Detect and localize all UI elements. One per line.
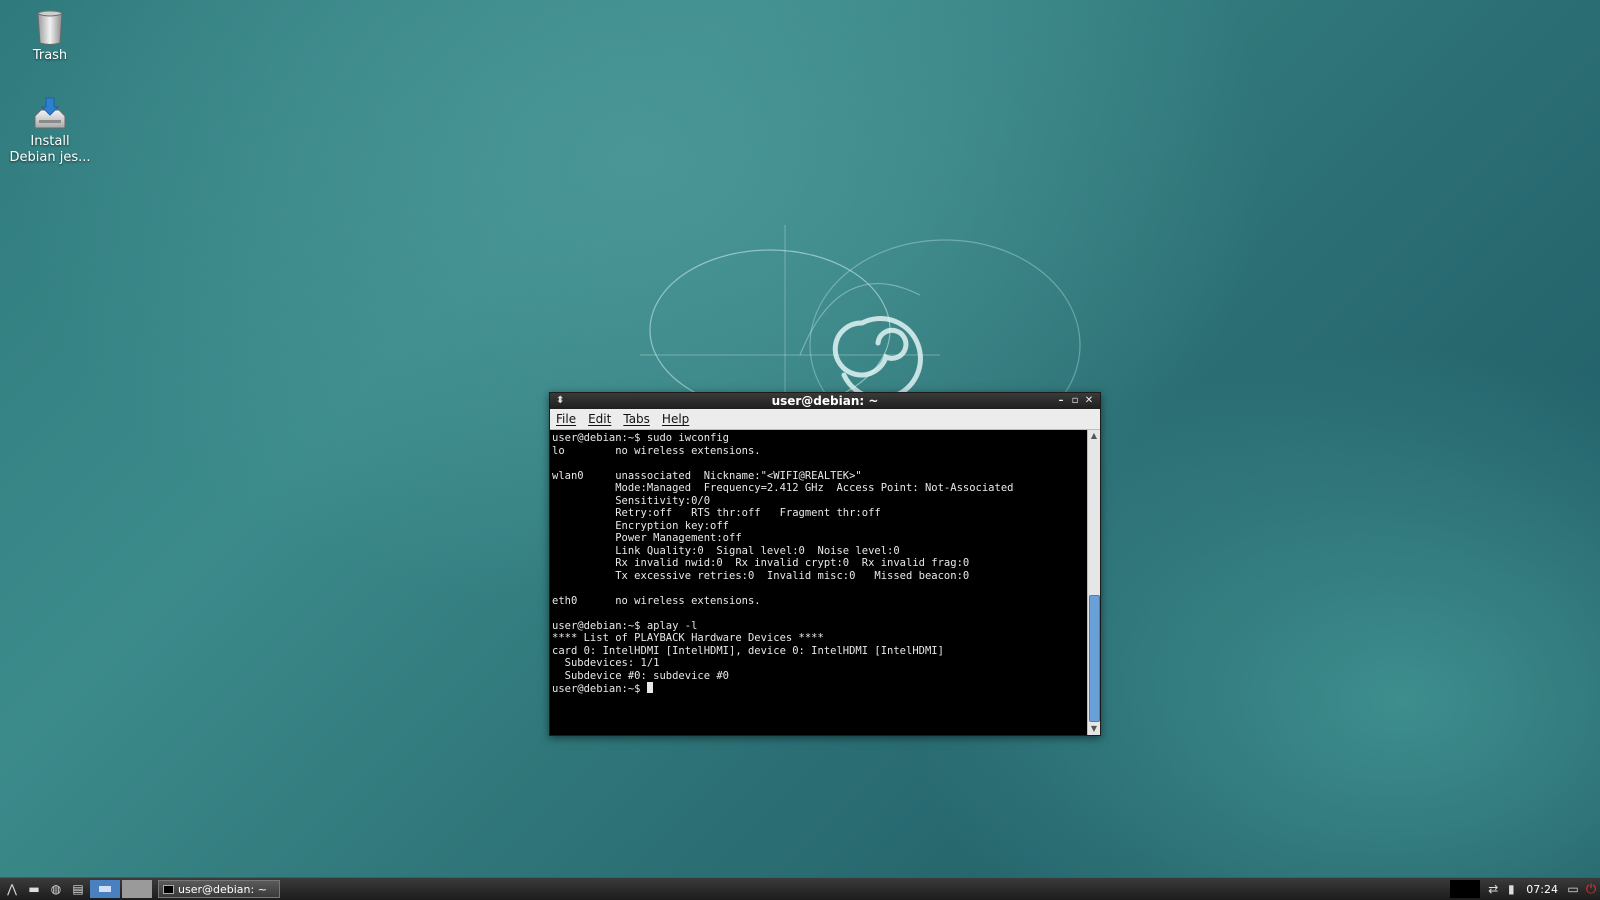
- taskbar: ⋀ ▬ ◍ ▤ user@debian: ~ ⇄ ▮ 07:24 ▭ ⏻: [0, 877, 1600, 900]
- file-manager-icon[interactable]: ▤: [68, 880, 88, 898]
- tray-area: [1450, 880, 1481, 898]
- scroll-up-icon[interactable]: ▲: [1088, 430, 1100, 442]
- trash-icon: [37, 10, 63, 45]
- menu-bar: File Edit Tabs Help: [550, 409, 1100, 430]
- menu-tabs[interactable]: Tabs: [617, 412, 656, 426]
- network-icon[interactable]: ⇄: [1484, 880, 1502, 898]
- window-titlebar[interactable]: ⬍ user@debian: ~ – ▫ ✕: [550, 393, 1100, 409]
- maximize-icon[interactable]: ▫: [1070, 395, 1080, 407]
- browser-launcher-icon[interactable]: ◍: [46, 880, 66, 898]
- close-icon[interactable]: ✕: [1084, 395, 1094, 407]
- vertical-scrollbar[interactable]: ▲ ▼: [1087, 430, 1100, 735]
- terminal-output-text: user@debian:~$ sudo iwconfig lo no wirel…: [552, 432, 1014, 695]
- taskbar-task-label: user@debian: ~: [178, 882, 267, 896]
- install-icon: [34, 97, 66, 129]
- menu-edit[interactable]: Edit: [582, 412, 617, 426]
- desktop-icon-trash[interactable]: Trash: [2, 10, 98, 64]
- terminal-launcher-icon[interactable]: ▬: [24, 880, 44, 898]
- window-menu-icon[interactable]: ⬍: [556, 396, 568, 406]
- power-icon[interactable]: ⏻: [1582, 880, 1600, 898]
- scroll-down-icon[interactable]: ▼: [1088, 723, 1100, 735]
- desktop-icon-label: Trash: [32, 48, 68, 63]
- terminal-body[interactable]: user@debian:~$ sudo iwconfig lo no wirel…: [550, 430, 1100, 735]
- desktop-icon-label: Install Debian jes...: [9, 134, 91, 165]
- workspace-window-icon: [99, 886, 111, 892]
- workspace-1[interactable]: [90, 880, 120, 898]
- app-menu-icon[interactable]: ⋀: [2, 880, 22, 898]
- scrollbar-thumb[interactable]: [1089, 595, 1100, 722]
- terminal-output[interactable]: user@debian:~$ sudo iwconfig lo no wirel…: [550, 430, 1087, 735]
- display-icon[interactable]: ▭: [1564, 880, 1582, 898]
- menu-file[interactable]: File: [550, 412, 582, 426]
- menu-help[interactable]: Help: [656, 412, 695, 426]
- terminal-window[interactable]: ⬍ user@debian: ~ – ▫ ✕ File Edit Tabs He…: [549, 392, 1101, 736]
- workspace-2[interactable]: [122, 880, 152, 898]
- terminal-icon: [163, 884, 174, 894]
- clock[interactable]: 07:24: [1520, 883, 1564, 896]
- taskbar-task-terminal[interactable]: user@debian: ~: [158, 880, 280, 898]
- desktop-icon-install-debian[interactable]: Install Debian jes...: [2, 96, 98, 166]
- debian-swirl-logo: [640, 225, 1081, 395]
- window-title: user@debian: ~: [771, 394, 879, 408]
- clipboard-icon[interactable]: ▮: [1502, 880, 1520, 898]
- text-cursor: [646, 682, 653, 693]
- minimize-icon[interactable]: –: [1056, 395, 1066, 407]
